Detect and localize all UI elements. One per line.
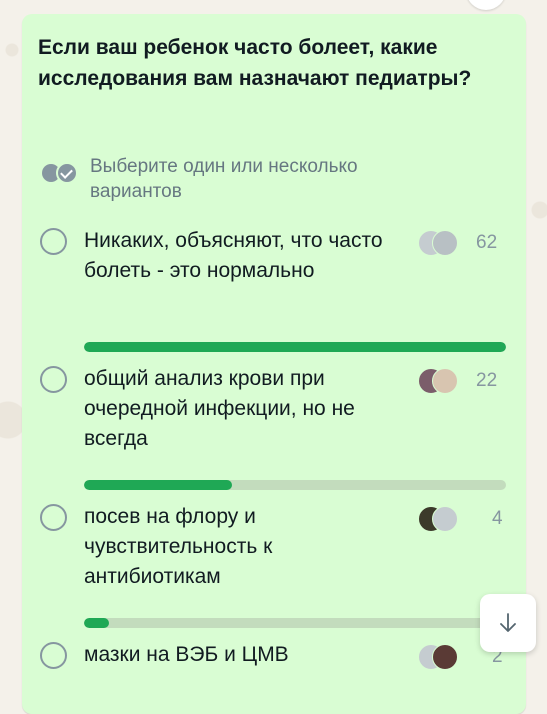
poll-hint: Выберите один или несколько вариантов bbox=[42, 154, 420, 204]
vote-progress-fill bbox=[84, 480, 232, 490]
radio-button[interactable] bbox=[40, 366, 67, 393]
voter-avatars[interactable] bbox=[418, 644, 468, 670]
avatar bbox=[432, 506, 458, 532]
voter-avatars[interactable] bbox=[418, 368, 468, 394]
scroll-down-button[interactable] bbox=[480, 594, 536, 652]
avatar bbox=[432, 644, 458, 670]
avatar bbox=[432, 230, 458, 256]
vote-progress-bar bbox=[84, 618, 506, 628]
radio-button[interactable] bbox=[40, 228, 67, 255]
poll-option-label: мазки на ВЭБ и ЦМВ bbox=[84, 643, 289, 666]
radio-button[interactable] bbox=[40, 504, 67, 531]
vote-count[interactable]: 4 bbox=[492, 508, 532, 530]
poll-option-label: посев на флору и чувствительность к анти… bbox=[84, 505, 273, 588]
poll-hint-text: Выберите один или несколько вариантов bbox=[90, 156, 358, 202]
vote-progress-fill bbox=[84, 342, 506, 352]
vote-progress-fill bbox=[84, 618, 110, 628]
radio-button[interactable] bbox=[40, 642, 67, 669]
arrow-down-icon bbox=[500, 613, 516, 632]
double-check-icon bbox=[42, 162, 86, 194]
poll-option-label: общий анализ крови при очередной инфекци… bbox=[84, 367, 355, 450]
vote-count[interactable]: 22 bbox=[476, 370, 516, 392]
poll-question: Если ваш ребенок часто болеет, какие исс… bbox=[38, 36, 472, 90]
avatar bbox=[432, 368, 458, 394]
vote-progress-bar bbox=[84, 480, 506, 490]
vote-progress-bar bbox=[84, 342, 506, 352]
voter-avatars[interactable] bbox=[418, 506, 468, 532]
poll-option-label: Никаких, объясняют, что часто болеть - э… bbox=[84, 229, 383, 282]
poll-message-bubble: Если ваш ребенок часто болеет, какие исс… bbox=[22, 14, 526, 714]
voter-avatars[interactable] bbox=[418, 230, 468, 256]
vote-count[interactable]: 62 bbox=[476, 232, 516, 254]
